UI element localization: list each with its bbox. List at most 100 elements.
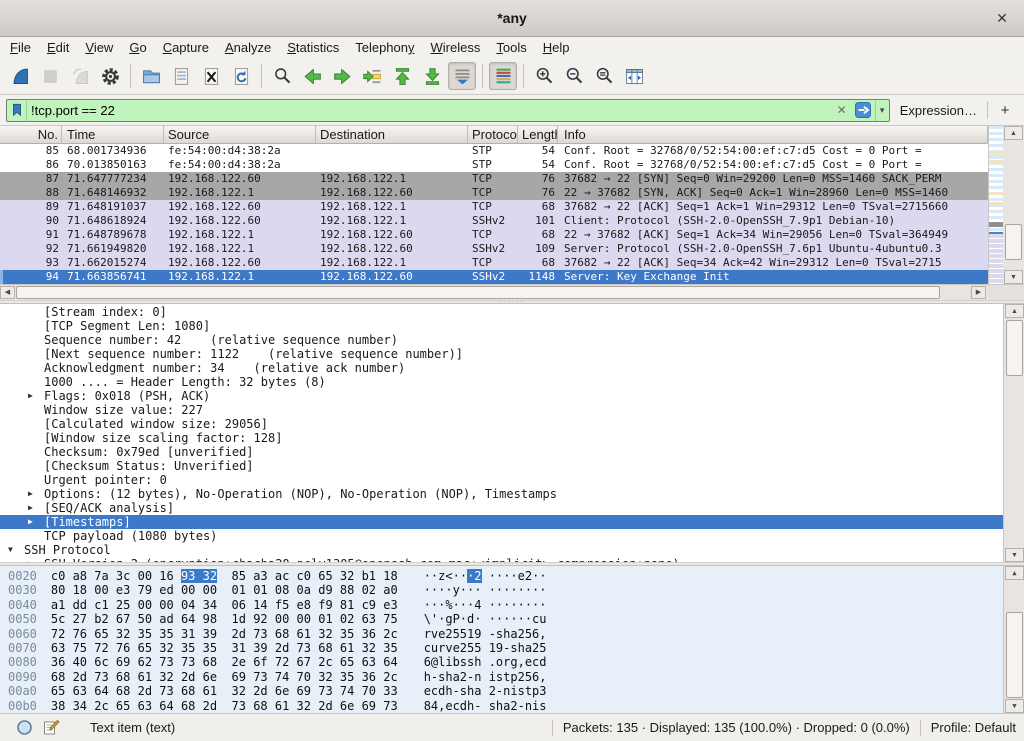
detail-line[interactable]: [Calculated window size: 29056] <box>0 417 1003 431</box>
zoom-out-button[interactable] <box>560 62 588 90</box>
packet-row-91[interactable]: 9171.648789678192.168.122.1192.168.122.6… <box>0 228 988 242</box>
detail-line[interactable]: Acknowledgment number: 34 (relative ack … <box>0 361 1003 375</box>
display-filter-field[interactable]: ✕ ▾ <box>6 99 890 122</box>
scroll-left-icon[interactable]: ◀ <box>0 286 15 299</box>
profile-label[interactable]: Profile: Default <box>931 720 1016 735</box>
packet-row-90[interactable]: 9071.648618924192.168.122.60192.168.122.… <box>0 214 988 228</box>
menu-analyze[interactable]: Analyze <box>217 37 279 58</box>
expression-button[interactable]: Expression… <box>900 103 977 118</box>
bytes-vertical-scrollbar[interactable]: ▲ ▼ <box>1003 566 1024 713</box>
detail-line[interactable]: ▶SSH Version 2 (encryption:chacha20-poly… <box>0 557 1003 562</box>
scroll-up-icon[interactable]: ▲ <box>1005 304 1024 318</box>
filter-dropdown-icon[interactable]: ▾ <box>875 100 889 121</box>
go-last-button[interactable] <box>418 62 446 90</box>
menu-wireless[interactable]: Wireless <box>423 37 489 58</box>
packet-row-88[interactable]: 8871.648146932192.168.122.1192.168.122.6… <box>0 186 988 200</box>
start-capture-button[interactable] <box>6 62 34 90</box>
detail-line[interactable]: [Next sequence number: 1122 (relative se… <box>0 347 1003 361</box>
menu-go[interactable]: Go <box>121 37 154 58</box>
scroll-down-icon[interactable]: ▼ <box>1004 270 1023 284</box>
column-header-time[interactable]: Time <box>62 126 164 143</box>
menu-help[interactable]: Help <box>535 37 578 58</box>
hex-row-0060[interactable]: 006072 76 65 32 35 35 31 39 2d 73 68 61 … <box>0 627 1003 641</box>
intelligent-scrollbar-minimap[interactable] <box>988 126 1003 284</box>
column-header-src[interactable]: Source <box>164 126 316 143</box>
detail-line[interactable]: [Stream index: 0] <box>0 305 1003 319</box>
scroll-up-icon[interactable]: ▲ <box>1004 126 1023 140</box>
close-window-icon[interactable]: ✕ <box>992 8 1012 28</box>
details-vertical-scrollbar[interactable]: ▲ ▼ <box>1003 304 1024 562</box>
detail-line[interactable]: ▼SSH Protocol <box>0 543 1003 557</box>
expander-icon[interactable]: ▼ <box>8 543 24 557</box>
menu-statistics[interactable]: Statistics <box>279 37 347 58</box>
hex-row-00a0[interactable]: 00a065 63 64 68 2d 73 68 61 32 2d 6e 69 … <box>0 684 1003 698</box>
detail-line[interactable]: [Checksum Status: Unverified] <box>0 459 1003 473</box>
hex-row-0050[interactable]: 00505c 27 b2 67 50 ad 64 98 1d 92 00 00 … <box>0 612 1003 626</box>
capture-comment-icon[interactable] <box>43 719 60 736</box>
packet-list-vertical-scrollbar[interactable]: ▲ ▼ <box>1003 126 1024 284</box>
menu-telephony[interactable]: Telephony <box>347 37 422 58</box>
column-header-len[interactable]: Length <box>518 126 558 143</box>
detail-line[interactable]: ▶[Timestamps] <box>0 515 1003 529</box>
detail-line[interactable]: ▶Flags: 0x018 (PSH, ACK) <box>0 389 1003 403</box>
hex-row-0080[interactable]: 008036 40 6c 69 62 73 73 68 2e 6f 72 67 … <box>0 655 1003 669</box>
display-filter-input[interactable] <box>27 100 833 121</box>
packet-row-92[interactable]: 9271.661949820192.168.122.1192.168.122.6… <box>0 242 988 256</box>
packet-row-85[interactable]: 8568.001734936fe:54:00:d4:38:2aSTP54Conf… <box>0 144 988 158</box>
colorize-button[interactable] <box>489 62 517 90</box>
detail-line[interactable]: ▶Options: (12 bytes), No-Operation (NOP)… <box>0 487 1003 501</box>
packet-row-93[interactable]: 9371.662015274192.168.122.60192.168.122.… <box>0 256 988 270</box>
detail-line[interactable]: Window size value: 227 <box>0 403 1003 417</box>
expander-icon[interactable]: ▶ <box>28 487 44 501</box>
detail-line[interactable]: [TCP Segment Len: 1080] <box>0 319 1003 333</box>
scroll-down-icon[interactable]: ▼ <box>1005 548 1024 562</box>
scrollbar-thumb[interactable] <box>1005 224 1022 260</box>
scroll-right-icon[interactable]: ▶ <box>971 286 986 299</box>
scrollbar-thumb[interactable] <box>16 286 940 299</box>
expander-icon[interactable]: ▶ <box>28 389 44 403</box>
menu-edit[interactable]: Edit <box>39 37 77 58</box>
detail-line[interactable]: ▶[SEQ/ACK analysis] <box>0 501 1003 515</box>
go-forward-button[interactable] <box>328 62 356 90</box>
column-header-dst[interactable]: Destination <box>316 126 468 143</box>
detail-line[interactable]: Sequence number: 42 (relative sequence n… <box>0 333 1003 347</box>
scrollbar-thumb[interactable] <box>1006 320 1023 376</box>
hex-row-00b0[interactable]: 00b038 34 2c 65 63 64 68 2d 73 68 61 32 … <box>0 699 1003 713</box>
hex-row-0090[interactable]: 009068 2d 73 68 61 32 2d 6e 69 73 74 70 … <box>0 670 1003 684</box>
capture-options-button[interactable] <box>96 62 124 90</box>
filter-clear-icon[interactable]: ✕ <box>833 103 851 117</box>
filter-bookmark-icon[interactable] <box>7 100 27 121</box>
go-first-button[interactable] <box>388 62 416 90</box>
scroll-up-icon[interactable]: ▲ <box>1005 566 1024 580</box>
go-to-packet-button[interactable] <box>358 62 386 90</box>
scroll-down-icon[interactable]: ▼ <box>1005 699 1024 713</box>
packet-row-86[interactable]: 8670.013850163fe:54:00:d4:38:2aSTP54Conf… <box>0 158 988 172</box>
menu-file[interactable]: File <box>2 37 39 58</box>
detail-line[interactable]: Urgent pointer: 0 <box>0 473 1003 487</box>
find-packet-button[interactable] <box>268 62 296 90</box>
zoom-in-button[interactable] <box>530 62 558 90</box>
save-file-button[interactable] <box>167 62 195 90</box>
menu-view[interactable]: View <box>77 37 121 58</box>
detail-line[interactable]: [Window size scaling factor: 128] <box>0 431 1003 445</box>
column-header-proto[interactable]: Protocol <box>468 126 518 143</box>
go-back-button[interactable] <box>298 62 326 90</box>
hex-row-0020[interactable]: 0020c0 a8 7a 3c 00 16 93 32 85 a3 ac c0 … <box>0 569 1003 583</box>
auto-scroll-button[interactable] <box>448 62 476 90</box>
expander-icon[interactable]: ▶ <box>28 501 44 515</box>
expert-info-icon[interactable] <box>16 719 33 736</box>
scrollbar-thumb[interactable] <box>1006 612 1023 698</box>
open-file-button[interactable] <box>137 62 165 90</box>
filter-apply-icon[interactable] <box>852 101 874 120</box>
hex-row-0030[interactable]: 003080 18 00 e3 79 ed 00 00 01 01 08 0a … <box>0 583 1003 597</box>
menu-tools[interactable]: Tools <box>488 37 534 58</box>
packet-row-89[interactable]: 8971.648191037192.168.122.60192.168.122.… <box>0 200 988 214</box>
column-header-no[interactable]: No. <box>0 126 62 143</box>
close-file-button[interactable] <box>197 62 225 90</box>
packet-row-87[interactable]: 8771.647777234192.168.122.60192.168.122.… <box>0 172 988 186</box>
zoom-reset-button[interactable] <box>590 62 618 90</box>
resize-columns-button[interactable] <box>620 62 648 90</box>
column-header-info[interactable]: Info <box>558 126 988 143</box>
menu-capture[interactable]: Capture <box>155 37 217 58</box>
reload-file-button[interactable] <box>227 62 255 90</box>
